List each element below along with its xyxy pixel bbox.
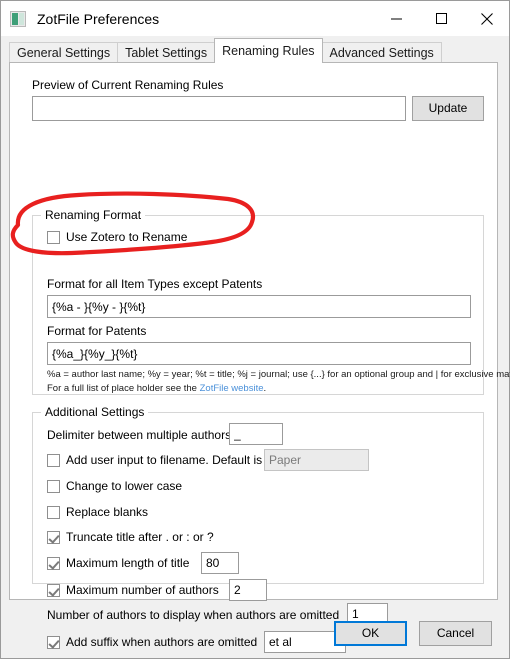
add-user-input-checkbox[interactable] [47,453,60,467]
change-lower-case-label: Change to lower case [66,479,183,493]
max-title-length-label: Maximum length of title [66,556,190,570]
preview-label: Preview of Current Renaming Rules [32,78,224,92]
truncate-title-row[interactable]: Truncate title after . or : or ? [47,530,214,544]
tab-strip: General Settings Tablet Settings Renamin… [1,36,509,63]
format-patents-input[interactable] [47,342,471,365]
zotfile-website-link[interactable]: ZotFile website [200,383,264,394]
add-suffix-checkbox[interactable] [47,635,60,649]
tab-general-settings[interactable]: General Settings [9,42,119,63]
change-lower-case-row[interactable]: Change to lower case [47,479,182,493]
close-icon[interactable] [464,1,509,36]
tab-renaming-rules[interactable]: Renaming Rules [214,38,323,63]
add-suffix-row[interactable]: Add suffix when authors are omitted [47,635,257,649]
authors-displayed-label: Number of authors to display when author… [47,608,340,622]
minimize-icon[interactable] [374,1,419,36]
use-zotero-to-rename-row[interactable]: Use Zotero to Rename [47,230,187,244]
cancel-button[interactable]: Cancel [419,621,492,646]
ok-button[interactable]: OK [334,621,407,646]
truncate-title-checkbox[interactable] [47,530,60,544]
add-suffix-label: Add suffix when authors are omitted [66,635,258,649]
window-controls [374,1,509,36]
replace-blanks-label: Replace blanks [66,505,149,519]
replace-blanks-row[interactable]: Replace blanks [47,505,148,519]
tab-advanced-settings[interactable]: Advanced Settings [321,42,442,63]
format-all-label: Format for all Item Types except Patents [47,277,263,291]
tab-tablet-settings[interactable]: Tablet Settings [117,42,216,63]
additional-settings-title: Additional Settings [41,405,149,419]
replace-blanks-checkbox[interactable] [47,505,60,519]
max-authors-input[interactable] [229,579,267,601]
max-authors-row[interactable]: Maximum number of authors [47,583,219,597]
max-title-length-row[interactable]: Maximum length of title [47,556,189,570]
add-user-input-label: Add user input to filename. Default is [66,453,263,467]
placeholder-hint-prefix: For a full list of place holder see the [47,383,200,394]
delimiter-input[interactable] [229,423,283,445]
maximize-icon[interactable] [419,1,464,36]
placeholder-hint-suffix: . [263,383,267,394]
format-all-input[interactable] [47,295,471,318]
update-button[interactable]: Update [412,96,484,121]
user-input-default-field [264,449,369,471]
tab-panel-renaming-rules: Preview of Current Renaming Rules Update… [9,62,510,653]
use-zotero-to-rename-checkbox[interactable] [47,230,60,244]
delimiter-label: Delimiter between multiple authors [47,428,232,442]
max-title-length-checkbox[interactable] [47,556,60,570]
truncate-title-label: Truncate title after . or : or ? [66,530,214,544]
renaming-format-title: Renaming Format [41,208,146,222]
add-user-input-row[interactable]: Add user input to filename. Default is [47,453,262,467]
format-patents-label: Format for Patents [47,324,147,338]
renaming-format-group: Renaming Format Use Zotero to Rename For… [32,208,510,395]
placeholder-hint-line1: %a = author last name; %y = year; %t = t… [47,369,510,380]
change-lower-case-checkbox[interactable] [47,479,60,493]
max-authors-checkbox[interactable] [47,583,60,597]
placeholder-hint-line2: For a full list of place holder see the … [47,383,266,394]
window-title: ZotFile Preferences [37,10,160,27]
max-title-length-input[interactable] [201,552,239,574]
app-icon [10,10,26,27]
title-bar: ZotFile Preferences [1,1,509,36]
additional-settings-group: Additional Settings Delimiter between mu… [32,405,484,653]
preview-input[interactable] [32,96,406,121]
max-authors-label: Maximum number of authors [66,583,219,597]
preferences-dialog: ZotFile Preferences General Settings Tab… [0,0,510,659]
use-zotero-to-rename-label: Use Zotero to Rename [66,230,188,244]
